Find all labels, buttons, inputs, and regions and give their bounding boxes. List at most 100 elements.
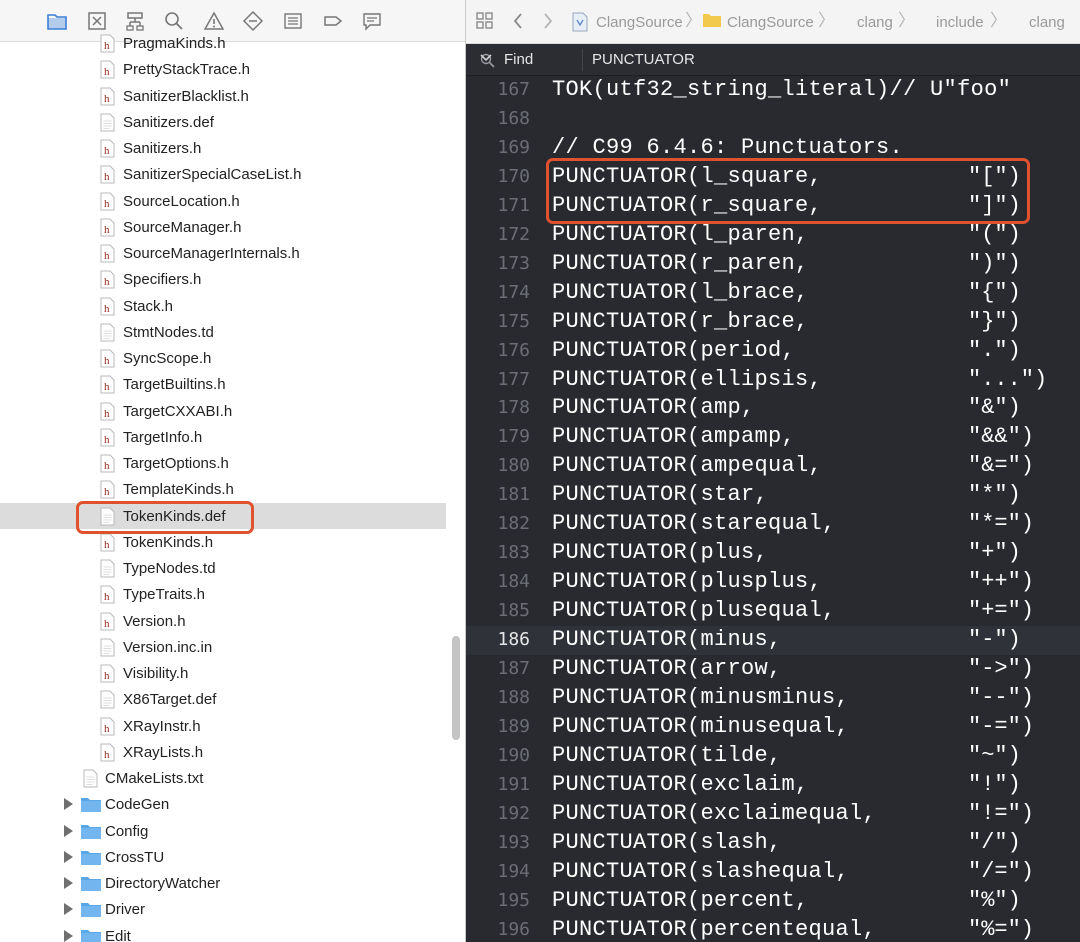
code-line[interactable]: 177 PUNCTUATOR(ellipsis, "...")	[466, 366, 1080, 395]
file-tree-item[interactable]: X86Target.def	[0, 686, 466, 712]
jumpbar-item-include[interactable]: include	[936, 13, 984, 32]
file-tree-item[interactable]: CrossTU	[0, 844, 466, 870]
find-input[interactable]	[592, 50, 1052, 70]
code-line[interactable]: 192 PUNCTUATOR(exclaimequal, "!=")	[466, 800, 1080, 829]
string-literal: "*=")	[968, 511, 1035, 537]
folder-icon[interactable]	[46, 10, 68, 32]
file-tree-item[interactable]: h SourceLocation.h	[0, 188, 466, 214]
jumpbar-item-clang-sub[interactable]: clang	[1029, 13, 1065, 32]
code-line[interactable]: 191 PUNCTUATOR(exclaim, "!")	[466, 771, 1080, 800]
code-line[interactable]: 174 PUNCTUATOR(l_brace, "{")	[466, 279, 1080, 308]
file-tree-item[interactable]: h TargetBuiltins.h	[0, 371, 466, 397]
forward-arrow-icon[interactable]	[542, 12, 554, 35]
code-line[interactable]: 179 PUNCTUATOR(ampamp, "&&")	[466, 423, 1080, 452]
code-line[interactable]: 196 PUNCTUATOR(percentequal, "%=")	[466, 916, 1080, 942]
file-tree-item[interactable]: Sanitizers.def	[0, 109, 466, 135]
file-tree-item[interactable]: h SanitizerBlacklist.h	[0, 83, 466, 109]
disclosure-triangle-icon[interactable]	[64, 798, 73, 811]
code-line[interactable]: 183 PUNCTUATOR(plus, "+")	[466, 539, 1080, 568]
file-name: SanitizerSpecialCaseList.h	[123, 166, 302, 184]
file-tree-item[interactable]: h XRayInstr.h	[0, 713, 466, 739]
grid-icon[interactable]	[476, 12, 494, 35]
code-line[interactable]: 188 PUNCTUATOR(minusminus, "--")	[466, 684, 1080, 713]
file-tree-item[interactable]: Driver	[0, 896, 466, 922]
code-line[interactable]: 182 PUNCTUATOR(starequal, "*=")	[466, 510, 1080, 539]
code-line[interactable]: 180 PUNCTUATOR(ampequal, "&=")	[466, 452, 1080, 481]
file-tree-item[interactable]: h Sanitizers.h	[0, 135, 466, 161]
code-line[interactable]: 178 PUNCTUATOR(amp, "&")	[466, 394, 1080, 423]
svg-text:h: h	[104, 591, 110, 603]
string-literal: "/=")	[968, 858, 1035, 884]
code-line[interactable]: 168	[466, 105, 1080, 134]
code-line[interactable]: 175 PUNCTUATOR(r_brace, "}")	[466, 308, 1080, 337]
file-tree-item[interactable]: h PragmaKinds.h	[0, 30, 466, 56]
file-tree-item[interactable]: h XRayLists.h	[0, 739, 466, 765]
file-tree-item[interactable]: DirectoryWatcher	[0, 870, 466, 896]
code-line[interactable]: 190 PUNCTUATOR(tilde, "~")	[466, 742, 1080, 771]
file-tree-item[interactable]: h Visibility.h	[0, 660, 466, 686]
file-tree-item[interactable]: h SourceManagerInternals.h	[0, 240, 466, 266]
file-tree-item[interactable]: h SyncScope.h	[0, 345, 466, 371]
navigator-scrollbar[interactable]	[452, 636, 460, 740]
code-line[interactable]: 187 PUNCTUATOR(arrow, "->")	[466, 655, 1080, 684]
file-tree-item[interactable]: TypeNodes.td	[0, 555, 466, 581]
list-icon[interactable]	[282, 10, 304, 32]
file-tree-item[interactable]: h PrettyStackTrace.h	[0, 56, 466, 82]
jumpbar-item-clang[interactable]: clang	[857, 13, 893, 32]
disclosure-triangle-icon[interactable]	[64, 824, 73, 837]
header-file-icon: h	[100, 297, 115, 316]
disclosure-triangle-icon[interactable]	[64, 903, 73, 916]
comment-icon[interactable]	[361, 10, 383, 32]
jumpbar-item-project[interactable]: ClangSource	[596, 13, 683, 32]
code-line[interactable]: 172 PUNCTUATOR(l_paren, "(")	[466, 221, 1080, 250]
file-tree-item[interactable]: CodeGen	[0, 791, 466, 817]
disclosure-triangle-icon[interactable]	[64, 877, 73, 889]
code-line[interactable]: 194 PUNCTUATOR(slashequal, "/=")	[466, 858, 1080, 887]
search-icon[interactable]	[163, 10, 185, 32]
file-tree-item[interactable]: h Version.h	[0, 608, 466, 634]
line-number: 184	[497, 571, 530, 593]
file-tree-item[interactable]: Config	[0, 818, 466, 844]
code-line[interactable]: 193 PUNCTUATOR(slash, "/")	[466, 829, 1080, 858]
string-literal: "--")	[968, 684, 1035, 710]
file-tree-item[interactable]: h TargetInfo.h	[0, 424, 466, 450]
code-line[interactable]: 195 PUNCTUATOR(percent, "%")	[466, 887, 1080, 916]
disclosure-triangle-icon[interactable]	[64, 929, 73, 942]
file-tree-item[interactable]: h Stack.h	[0, 293, 466, 319]
file-tree-item[interactable]: h SanitizerSpecialCaseList.h	[0, 161, 466, 187]
file-tree-item[interactable]: StmtNodes.td	[0, 319, 466, 345]
code-line[interactable]: 173 PUNCTUATOR(r_paren, ")")	[466, 250, 1080, 279]
hierarchy-icon[interactable]	[124, 10, 146, 32]
code-line[interactable]: 186 PUNCTUATOR(minus, "-")	[466, 626, 1080, 656]
line-number: 178	[497, 397, 530, 419]
file-tree-item[interactable]: h Specifiers.h	[0, 266, 466, 292]
tag-icon[interactable]	[322, 10, 344, 32]
file-tree-item[interactable]: CMakeLists.txt	[0, 765, 466, 791]
disclosure-triangle-icon[interactable]	[64, 850, 73, 863]
jumpbar-item-group[interactable]: ClangSource	[727, 13, 814, 32]
header-file-icon: h	[100, 34, 115, 53]
code-line[interactable]: 176 PUNCTUATOR(period, ".")	[466, 337, 1080, 366]
code-line[interactable]: 184 PUNCTUATOR(plusplus, "++")	[466, 568, 1080, 597]
code-line[interactable]: 185 PUNCTUATOR(plusequal, "+=")	[466, 597, 1080, 626]
file-tree-item[interactable]: h SourceManager.h	[0, 214, 466, 240]
header-file-icon: h	[100, 717, 115, 736]
header-file-icon: h	[100, 533, 115, 552]
source-control-icon[interactable]	[86, 10, 108, 32]
file-tree-item[interactable]: Edit	[0, 923, 466, 942]
jump-bar: ClangSource 〉 ClangSource 〉 clang 〉 incl…	[466, 0, 1080, 44]
breakpoint-diamond-icon[interactable]	[242, 10, 264, 32]
file-tree-item[interactable]: h TypeTraits.h	[0, 581, 466, 607]
file-tree-item[interactable]: h TargetCXXABI.h	[0, 398, 466, 424]
file-tree-item[interactable]: Version.inc.in	[0, 634, 466, 660]
code-line[interactable]: 167 TOK(utf32_string_literal)// U"foo"	[466, 76, 1080, 105]
back-arrow-icon[interactable]	[512, 12, 524, 35]
file-tree-item[interactable]: h TemplateKinds.h	[0, 476, 466, 502]
code-text: PUNCTUATOR(minus,	[552, 627, 782, 653]
file-tree-item[interactable]: h TargetOptions.h	[0, 450, 466, 476]
warning-icon[interactable]	[203, 10, 225, 32]
header-file-icon: h	[100, 585, 115, 604]
code-line[interactable]: 189 PUNCTUATOR(minusequal, "-=")	[466, 713, 1080, 742]
string-literal: "-")	[968, 627, 1021, 653]
code-line[interactable]: 181 PUNCTUATOR(star, "*")	[466, 481, 1080, 510]
